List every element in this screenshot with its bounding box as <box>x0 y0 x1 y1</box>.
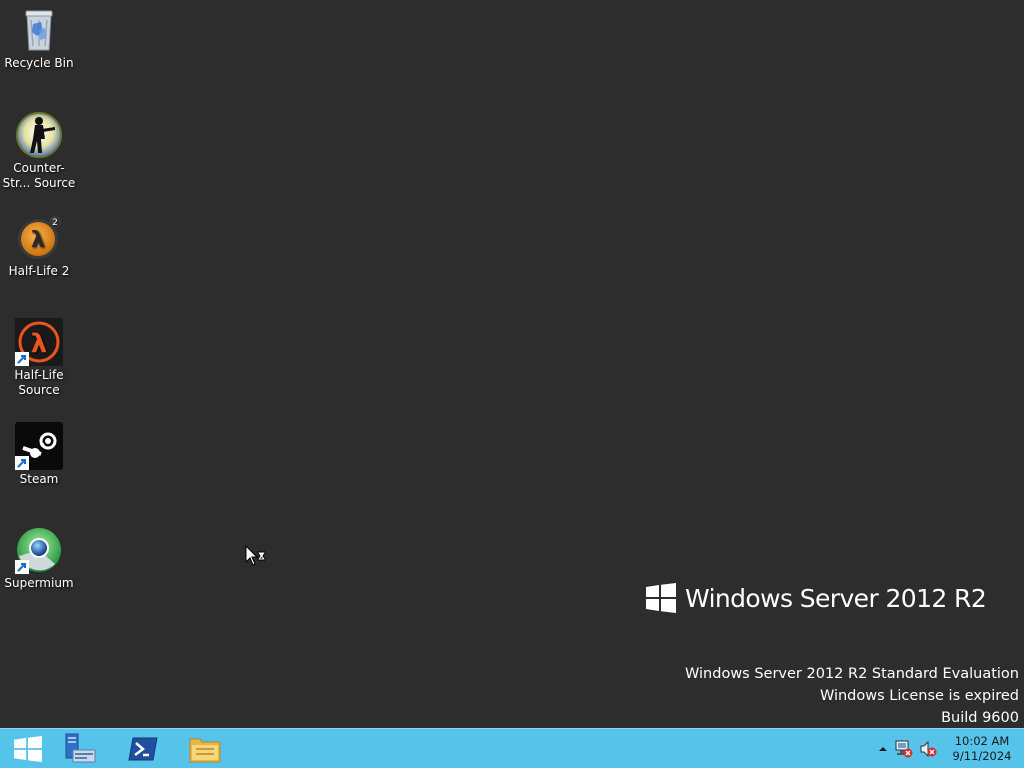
watermark-license-status: Windows License is expired <box>819 688 1019 704</box>
clock-time: 10:02 AM <box>954 733 1010 748</box>
chevron-up-icon <box>879 746 887 751</box>
show-hidden-icons-button[interactable] <box>874 729 892 768</box>
volume-muted-icon <box>920 740 937 757</box>
file-explorer-button[interactable] <box>177 729 233 768</box>
desktop-icon-label: Half-Life Source <box>14 368 64 397</box>
desktop-icon-label: Half-Life 2 <box>8 264 70 278</box>
half-life-source-icon: λ <box>15 318 63 366</box>
desktop-icon-counter-strike-source[interactable]: Counter-Str... Source <box>0 111 78 191</box>
svg-text:λ: λ <box>31 228 45 253</box>
windows-logo-icon <box>14 735 42 762</box>
desktop-icon-half-life-source[interactable]: λ Half-Life Source <box>0 318 78 398</box>
shortcut-arrow-icon <box>15 560 29 574</box>
desktop-icon-label: Counter-Str... Source <box>2 161 76 190</box>
server-manager-icon <box>65 733 96 762</box>
taskbar-clock[interactable]: 10:02 AM 9/11/2024 <box>940 734 1024 764</box>
license-watermark: Windows Server 2012 R2 Standard Evaluati… <box>685 663 1019 728</box>
shortcut-arrow-icon <box>15 456 29 470</box>
desktop-icon-supermium[interactable]: Supermium <box>0 526 78 591</box>
supermium-icon <box>15 526 63 574</box>
folder-icon <box>189 738 221 762</box>
half-life-2-icon: λ 2 <box>15 214 63 262</box>
system-tray: 10:02 AM 9/11/2024 <box>874 729 1024 768</box>
powershell-icon <box>128 737 158 760</box>
busy-cursor-icon <box>245 544 269 569</box>
powershell-button[interactable] <box>115 729 171 768</box>
svg-text:2: 2 <box>52 218 58 228</box>
network-error-icon <box>895 740 913 757</box>
steam-icon <box>15 422 63 470</box>
svg-text:λ: λ <box>31 329 47 359</box>
recycle-bin-icon <box>15 6 63 54</box>
clock-date: 9/11/2024 <box>952 748 1012 763</box>
volume-button[interactable] <box>916 729 940 768</box>
windows-logo-icon <box>646 583 676 613</box>
desktop-icon-label: Recycle Bin <box>4 56 74 70</box>
desktop-icon-label: Steam <box>19 472 59 486</box>
desktop-icon-half-life-2[interactable]: λ 2 Half-Life 2 <box>0 214 78 279</box>
desktop-icon-recycle-bin[interactable]: Recycle Bin <box>0 6 78 71</box>
watermark-edition: Windows Server 2012 R2 Standard Evaluati… <box>685 666 1019 682</box>
shortcut-arrow-icon <box>15 352 29 366</box>
windows-server-branding: Windows Server 2012 R2 <box>646 583 987 613</box>
start-button[interactable] <box>0 729 56 768</box>
desktop: Recycle Bin Counter-Str... Source λ 2 Ha… <box>0 0 1024 728</box>
taskbar: 10:02 AM 9/11/2024 <box>0 728 1024 768</box>
product-name: Windows Server 2012 R2 <box>685 583 987 613</box>
watermark-build: Build 9600 <box>941 710 1019 726</box>
network-status-button[interactable] <box>892 729 916 768</box>
desktop-icon-steam[interactable]: Steam <box>0 422 78 487</box>
counter-strike-source-icon <box>15 111 63 159</box>
desktop-icon-label: Supermium <box>4 576 74 590</box>
server-manager-button[interactable] <box>53 729 109 768</box>
